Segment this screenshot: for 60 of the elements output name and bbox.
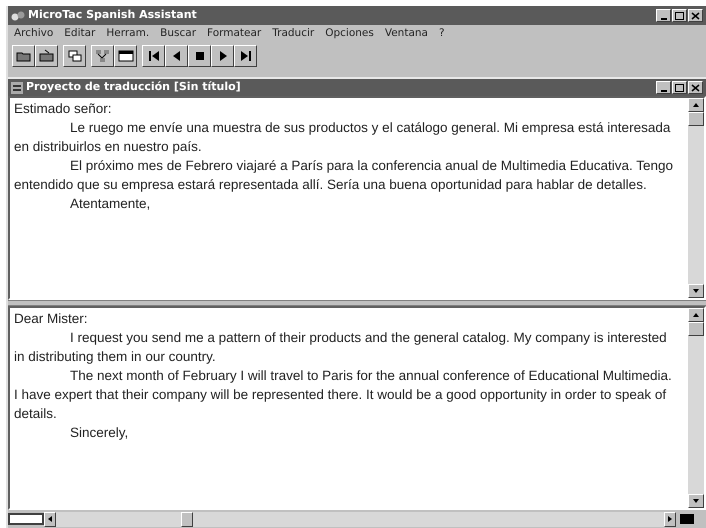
windows-icon[interactable]: [63, 45, 86, 67]
document-icon: [11, 82, 23, 94]
first-icon[interactable]: [142, 45, 165, 67]
paragraph-text: Le ruego me envíe una muestra de sus productos y el catálogo general. Mi empresa está interesada en distribuirlos en nuestro país.: [14, 119, 672, 156]
right-arrow-icon: [668, 516, 672, 522]
scroll-down-button[interactable]: [688, 494, 704, 508]
paragraph-text: I request you send me a pattern of their products and the general catalog. My company is interested in distributing them in our country.: [14, 329, 668, 366]
close-icon: [691, 84, 700, 92]
minimize-button[interactable]: [656, 9, 671, 22]
size-grip[interactable]: [680, 514, 694, 524]
maximize-icon: [675, 84, 684, 92]
scroll-up-button[interactable]: [688, 308, 704, 322]
menu-item[interactable]: Opciones: [325, 26, 374, 42]
source-text-area[interactable]: [8, 96, 706, 300]
previous-icon[interactable]: [165, 45, 188, 67]
scroll-left-button[interactable]: [44, 512, 56, 526]
menu-item[interactable]: Buscar: [160, 26, 196, 42]
horizontal-scroll-thumb[interactable]: [181, 512, 193, 526]
down-arrow-icon: [693, 499, 699, 503]
up-arrow-icon: [693, 103, 699, 107]
paragraph-text: Atentamente,: [69, 195, 152, 213]
greeting-text: Estimado señor:: [14, 100, 113, 118]
close-button[interactable]: [688, 9, 703, 22]
window-title: MicroTac Spanish Assistant: [28, 7, 198, 24]
scroll-thumb[interactable]: [688, 322, 704, 336]
menu-item[interactable]: Archivo: [14, 26, 54, 42]
down-arrow-icon: [693, 289, 699, 293]
translation-text-area[interactable]: [8, 306, 706, 510]
scroll-thumb[interactable]: [688, 112, 704, 126]
window-icon[interactable]: [114, 45, 137, 67]
menu-item[interactable]: ?: [438, 26, 445, 42]
greeting-text: Dear Mister:: [14, 310, 89, 328]
minimize-button[interactable]: [656, 81, 671, 94]
up-arrow-icon: [693, 313, 699, 317]
minimize-icon: [660, 90, 666, 92]
scroll-up-button[interactable]: [688, 98, 704, 112]
scroll-right-button[interactable]: [664, 512, 676, 526]
maximize-icon: [675, 12, 684, 20]
next-icon[interactable]: [211, 45, 234, 67]
stop-icon[interactable]: [188, 45, 211, 67]
last-icon[interactable]: [234, 45, 257, 67]
menu-item[interactable]: Formatear: [207, 26, 262, 42]
menu-item[interactable]: Traducir: [272, 26, 314, 42]
paragraph-text: Sincerely,: [69, 424, 130, 442]
close-button[interactable]: [688, 81, 703, 94]
open-folder-icon[interactable]: [12, 45, 35, 67]
paragraph-text: The next month of February I will travel to Paris for the annual conference of Educational Multimedia. I have expert that their company will be represented there. It would be a good opportunity in order to speak of details.: [14, 367, 673, 423]
split-box[interactable]: [8, 513, 44, 525]
close-icon: [691, 12, 700, 20]
left-arrow-icon: [48, 516, 52, 522]
scroll-down-button[interactable]: [688, 284, 704, 298]
maximize-button[interactable]: [672, 81, 687, 94]
maximize-button[interactable]: [672, 9, 687, 22]
menu-item[interactable]: Ventana: [384, 26, 428, 42]
app-icon: [11, 10, 25, 22]
document-title: Proyecto de traducción [Sin título]: [26, 79, 242, 96]
minimize-icon: [660, 18, 666, 20]
paragraph-text: El próximo mes de Febrero viajaré a París para la conferencia anual de Multimedia Educativa. Tengo entendido que su empresa estará representada allí. Sería una buena oportunidad para hablar de detalles.: [14, 157, 674, 194]
menu-item[interactable]: Editar: [64, 26, 96, 42]
menu-item[interactable]: Herram.: [106, 26, 150, 42]
